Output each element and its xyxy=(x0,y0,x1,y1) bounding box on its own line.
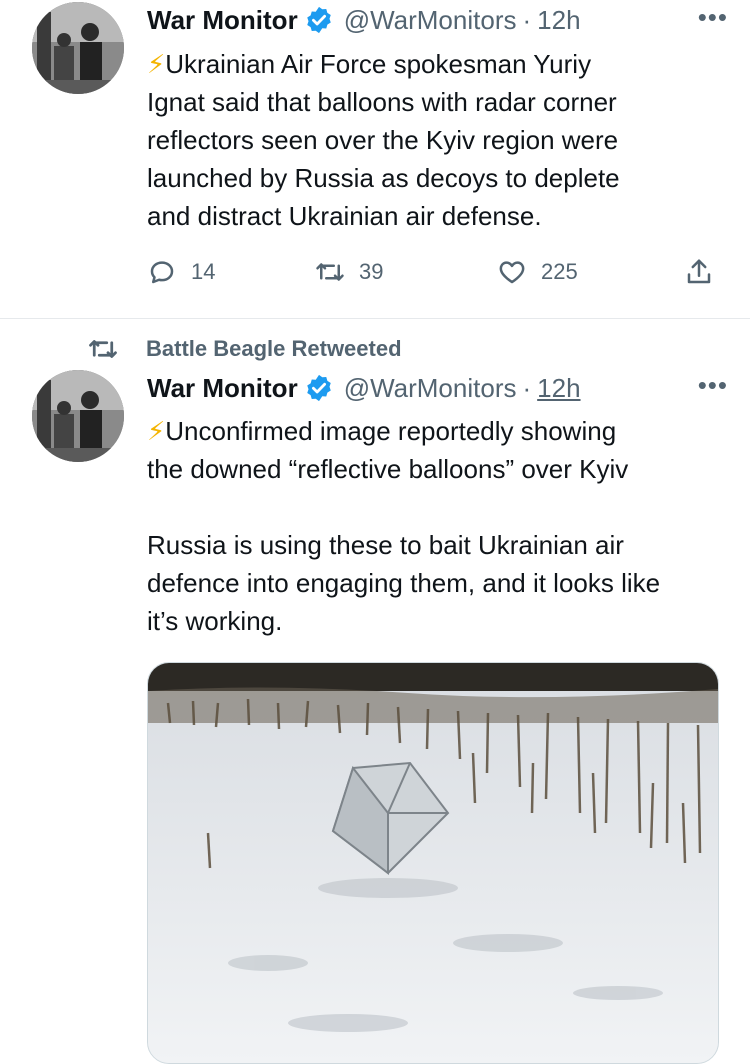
lightning-emoji: ⚡ xyxy=(147,49,166,79)
reply-button[interactable]: 14 xyxy=(147,257,215,287)
separator-dot: · xyxy=(522,372,532,403)
retweet-button[interactable]: 39 xyxy=(315,257,383,287)
verified-badge-icon xyxy=(306,374,331,402)
like-count: 225 xyxy=(541,259,578,284)
tweet-text-content: Ukrainian Air Force spokesman Yuriy Igna… xyxy=(147,49,620,231)
tweet-time[interactable]: 12h xyxy=(537,373,580,404)
share-button[interactable] xyxy=(684,257,714,287)
avatar[interactable] xyxy=(32,370,124,462)
retweet-icon xyxy=(89,340,117,358)
tweet-time[interactable]: 12h xyxy=(537,5,580,36)
avatar[interactable] xyxy=(32,2,124,94)
tweet-1[interactable]: War Monitor @WarMonitors · 12h ••• ⚡Ukra… xyxy=(0,0,750,318)
photo-snow-field-reflector xyxy=(148,663,718,1063)
avatar-image xyxy=(32,370,124,462)
lightning-emoji: ⚡ xyxy=(147,416,166,446)
retweet-icon xyxy=(316,263,344,281)
more-options-icon[interactable]: ••• xyxy=(698,2,728,33)
retweet-count: 39 xyxy=(359,259,384,284)
author-name[interactable]: War Monitor xyxy=(147,373,298,404)
retweeted-by-label[interactable]: Battle Beagle Retweeted xyxy=(146,336,402,362)
author-handle[interactable]: @WarMonitors xyxy=(344,5,517,36)
heart-icon xyxy=(499,261,525,284)
reply-count: 14 xyxy=(191,259,216,284)
reply-icon xyxy=(150,261,174,284)
retweeted-by-row[interactable]: Battle Beagle Retweeted xyxy=(88,333,402,365)
tweet-text: ⚡Unconfirmed image reportedly showing th… xyxy=(147,412,727,640)
tweet-text: ⚡Ukrainian Air Force spokesman Yuriy Ign… xyxy=(147,45,727,235)
tweet-divider xyxy=(0,318,750,319)
share-icon xyxy=(687,259,711,284)
verified-badge-icon xyxy=(306,6,331,34)
like-button[interactable]: 225 xyxy=(497,257,578,287)
more-options-icon[interactable]: ••• xyxy=(698,370,728,401)
tweet-actions: 14 39 225 xyxy=(147,257,717,297)
tweet-text-content: Unconfirmed image reportedly showing the… xyxy=(147,416,661,636)
tweet-media-image[interactable] xyxy=(147,662,719,1064)
avatar-image xyxy=(32,2,124,94)
separator-dot: · xyxy=(522,4,532,35)
author-name[interactable]: War Monitor xyxy=(147,5,298,36)
author-handle[interactable]: @WarMonitors xyxy=(344,373,517,404)
